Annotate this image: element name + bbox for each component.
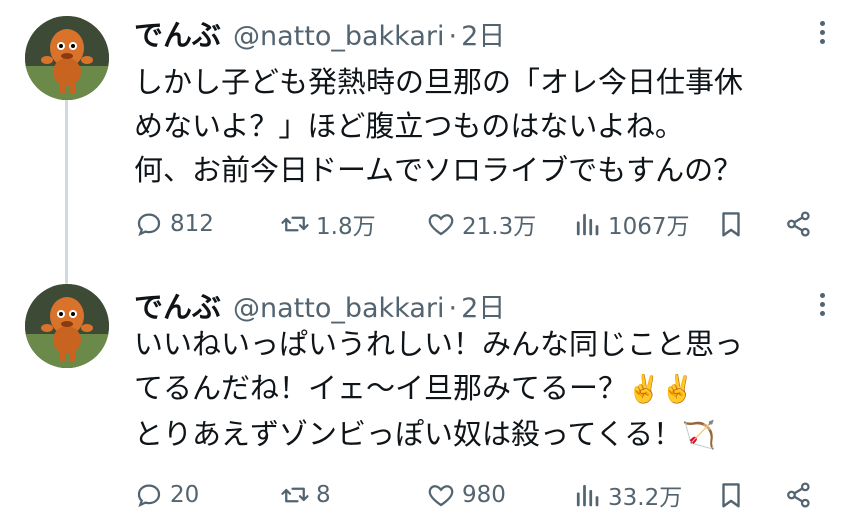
tweet-text-line: とりあえずゾンビっぽい奴は殺ってくる！🏹: [134, 412, 850, 458]
retweet-count: 8: [316, 482, 331, 508]
tweet-text-segment: とりあえずゾンビっぽい奴は殺ってくる！: [134, 417, 683, 451]
tweet-text: いいねいっぱいうれしい！みんな同じこと思っ てるんだね！イェ〜イ旦那みてるー？✌…: [134, 322, 850, 458]
bow-and-arrow-emoji: 🏹: [682, 420, 716, 451]
views-icon: [576, 484, 599, 507]
reply-icon: [137, 213, 161, 237]
share-button[interactable]: [784, 204, 820, 244]
retweet-icon: [281, 487, 309, 503]
bookmark-button[interactable]: [716, 475, 752, 515]
bookmark-icon: [722, 483, 740, 508]
like-count: 980: [462, 482, 506, 508]
tweet-text-segment: てるんだね！イェ〜イ旦那みてるー？: [134, 371, 628, 405]
reply-button[interactable]: 20: [134, 475, 199, 515]
reply-button[interactable]: 812: [134, 204, 214, 244]
views-icon: [576, 213, 599, 236]
retweet-button[interactable]: 8: [280, 475, 331, 515]
share-icon: [787, 482, 810, 508]
action-bar: 20 8 980 33.2万: [134, 475, 834, 515]
bookmark-icon: [722, 212, 740, 237]
separator-dot: ·: [448, 293, 458, 324]
views-count: 1067万: [608, 214, 690, 240]
avatar[interactable]: [25, 16, 109, 100]
timestamp[interactable]: 2日: [461, 286, 505, 325]
tweet-text: しかし子ども発熱時の旦那の「オレ今日仕事休 めないよ？」ほど腹立つものはないよね…: [134, 60, 850, 192]
victory-hand-emoji: ✌️✌️: [627, 374, 695, 405]
tweet-2[interactable]: でんぶ @natto_bakkari · 2日 いいねいっぱいうれしい！みんな同…: [0, 284, 864, 524]
tweet-text-line: しかし子ども発熱時の旦那の「オレ今日仕事休: [134, 65, 744, 99]
tweet-text-line: 何、お前今日ドームでソロライブでもすんの？: [134, 153, 743, 187]
author-name[interactable]: でんぶ: [134, 12, 221, 54]
views-count: 33.2万: [608, 485, 683, 511]
retweet-count: 1.8万: [316, 214, 376, 240]
author-name[interactable]: でんぶ: [134, 284, 221, 326]
reply-icon: [137, 484, 161, 508]
author-handle[interactable]: @natto_bakkari: [233, 21, 444, 52]
bookmark-button[interactable]: [716, 204, 752, 244]
views-button[interactable]: 33.2万: [572, 475, 682, 515]
like-button[interactable]: 980: [426, 475, 506, 515]
avatar-image: [25, 16, 109, 100]
reply-count: 20: [170, 482, 200, 508]
tweet-text-line: てるんだね！イェ〜イ旦那みてるー？✌️✌️: [134, 366, 850, 412]
tweet-header: でんぶ @natto_bakkari · 2日: [134, 12, 505, 56]
action-bar: 812 1.8万 21.3万 1067万: [134, 204, 834, 244]
like-count: 21.3万: [462, 214, 537, 240]
avatar-image: [25, 284, 109, 368]
views-button[interactable]: 1067万: [572, 204, 690, 244]
timestamp[interactable]: 2日: [461, 14, 505, 53]
reply-count: 812: [170, 211, 214, 237]
share-button[interactable]: [784, 475, 820, 515]
like-button[interactable]: 21.3万: [426, 204, 536, 244]
avatar[interactable]: [25, 284, 109, 368]
author-handle[interactable]: @natto_bakkari: [233, 293, 444, 324]
tweet-1[interactable]: でんぶ @natto_bakkari · 2日 しかし子ども発熱時の旦那の「オレ…: [0, 12, 864, 272]
retweet-button[interactable]: 1.8万: [280, 204, 376, 244]
like-icon: [428, 485, 454, 507]
more-options-icon[interactable]: [810, 18, 834, 50]
more-options-icon[interactable]: [810, 290, 834, 322]
share-icon: [787, 211, 810, 237]
retweet-icon: [281, 216, 309, 232]
separator-dot: ·: [448, 21, 458, 52]
tweet-text-line: いいねいっぱいうれしい！みんな同じこと思っ: [134, 327, 744, 361]
like-icon: [428, 214, 454, 236]
tweet-text-line: めないよ？」ほど腹立つものはないよね。: [134, 109, 684, 143]
